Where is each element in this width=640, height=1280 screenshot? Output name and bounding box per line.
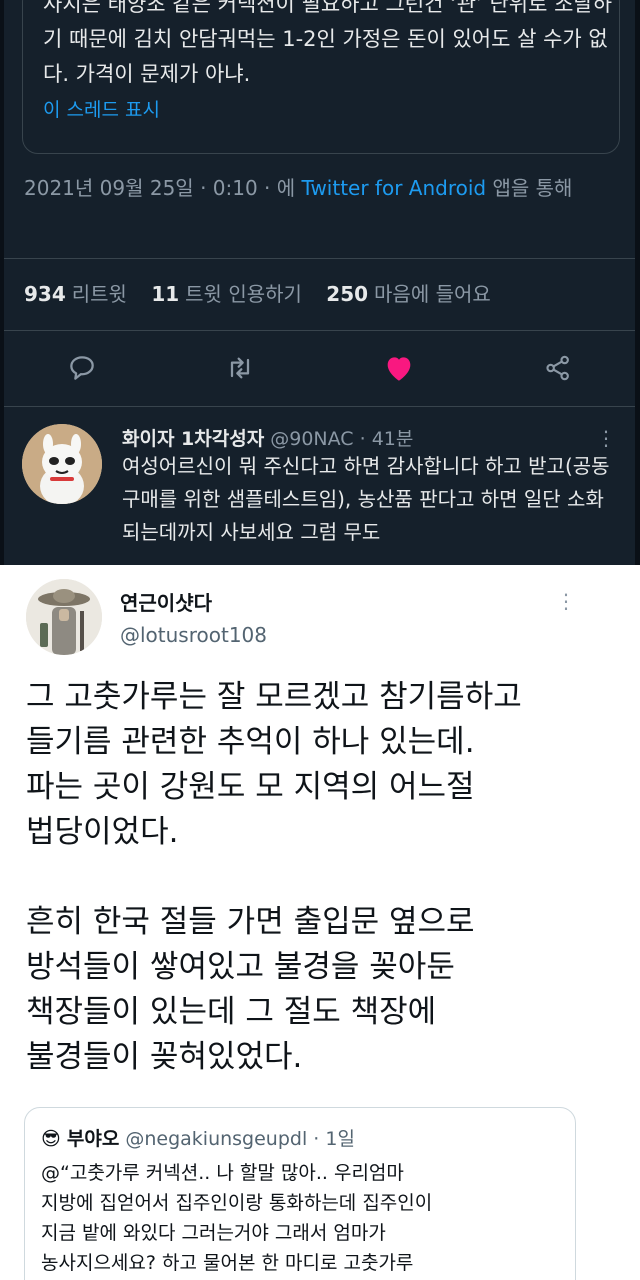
quotes-stat[interactable]: 11 트윗 인용하기 — [151, 282, 302, 306]
quotes-count: 11 — [151, 282, 180, 306]
retweets-stat[interactable]: 934 리트윗 — [24, 282, 127, 306]
reply-text: 여성어르신이 뭐 주신다고 하면 감사합니다 하고 받고(공동구매를 위한 샘플… — [122, 454, 610, 544]
tweet-paragraph: 흔히 한국 절들 가면 출입문 옆으로 방석들이 쌓여있고 불경을 꽂아둔 책장… — [26, 904, 475, 1075]
quoted-author-handle: @negakiunsgeupdl · 1일 — [125, 1128, 355, 1150]
source-link[interactable]: Twitter for Android — [302, 176, 487, 200]
dark-tweet-detail: 사지은 태양초 같은 커넥션이 필요하고 그런건 ‘관’ 단위로 조달하기 때문… — [0, 0, 640, 565]
retweet-button[interactable] — [222, 350, 258, 386]
likes-stat[interactable]: 250 마음에 들어요 — [326, 282, 491, 306]
quotes-label: 트윗 인용하기 — [185, 282, 302, 306]
left-edge — [0, 0, 4, 565]
like-icon — [387, 357, 411, 381]
right-edge — [635, 0, 640, 565]
retweets-label: 리트윗 — [71, 282, 127, 306]
divider — [4, 406, 635, 407]
quoted-tweet-text: 사지은 태양초 같은 커넥션이 필요하고 그런건 ‘관’ 단위로 조달하기 때문… — [43, 0, 613, 86]
author-name[interactable]: 연근이샷다 — [120, 587, 212, 616]
quoted-author-name: 부야오 — [66, 1128, 120, 1150]
quoted-tweet-card[interactable]: 사지은 태양초 같은 커넥션이 필요하고 그런건 ‘관’ 단위로 조달하기 때문… — [22, 0, 620, 154]
author-handle[interactable]: @lotusroot108 — [120, 623, 267, 647]
tweet-body: 그 고춧가루는 잘 모르겠고 참기름하고 들기름 관련한 추억이 하나 있는데.… — [26, 675, 616, 1080]
reply-icon — [70, 356, 94, 380]
via-text: 앱을 통해 — [492, 176, 573, 200]
avatar[interactable] — [22, 424, 102, 504]
quoted-tweet-text: @“고춧가루 커넥션.. 나 할말 많아.. 우리엄마 지방에 집얻어서 집주인… — [41, 1162, 433, 1274]
quoted-tweet-card[interactable]: 😎 부야오 @negakiunsgeupdl · 1일 @“고춧가루 커넥션..… — [24, 1107, 576, 1280]
tweet-stats: 934 리트윗 11 트윗 인용하기 250 마음에 들어요 — [24, 278, 509, 307]
divider — [4, 330, 635, 331]
quoted-avatar-emoji: 😎 — [41, 1128, 61, 1150]
retweets-count: 934 — [24, 282, 66, 306]
tweet-timestamp: 2021년 09월 25일 · 0:10 · 에 Twitter for And… — [24, 170, 624, 206]
avatar[interactable] — [26, 579, 102, 655]
more-options-icon[interactable]: ⋮ — [596, 426, 616, 450]
share-button[interactable] — [540, 350, 576, 386]
avatar-image — [22, 424, 102, 504]
likes-count: 250 — [326, 282, 369, 306]
tweet-paragraph: 그 고춧가루는 잘 모르겠고 참기름하고 들기름 관련한 추억이 하나 있는데.… — [26, 679, 522, 850]
avatar-image — [26, 579, 102, 655]
quoted-tweet-header: 😎 부야오 @negakiunsgeupdl · 1일 — [41, 1124, 355, 1151]
reply-button[interactable] — [64, 350, 100, 386]
light-tweet: 연근이샷다 @lotusroot108 ⋮ 그 고춧가루는 잘 모르겠고 참기름… — [0, 565, 640, 1280]
divider — [4, 258, 635, 259]
show-thread-link[interactable]: 이 스레드 표시 — [43, 95, 160, 122]
tweet-date: 2021년 09월 25일 · 0:10 · 에 — [24, 176, 296, 200]
share-icon — [546, 355, 569, 381]
reply-header: 화이자 1차각성자 @90NAC · 41분 — [122, 424, 413, 451]
reply-author-handle: @90NAC · 41분 — [270, 428, 414, 450]
more-options-icon[interactable]: ⋮ — [556, 589, 576, 613]
retweet-icon — [230, 357, 250, 379]
reply-author-name[interactable]: 화이자 1차각성자 — [122, 428, 264, 450]
like-button[interactable] — [381, 350, 417, 386]
likes-label: 마음에 들어요 — [374, 282, 491, 306]
